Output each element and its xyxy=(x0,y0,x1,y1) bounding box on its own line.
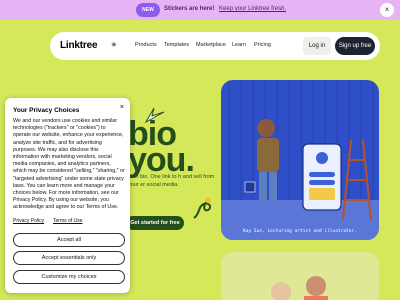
asterisk-logo-icon: ✳ xyxy=(111,42,117,49)
privacy-dialog: Your Privacy Choices × We and our vendor… xyxy=(5,98,130,293)
accept-essentials-button[interactable]: Accept essentials only xyxy=(13,251,125,265)
photo-background xyxy=(221,80,379,240)
hero-body: rs in bio. One link to h and sell from y… xyxy=(128,174,215,188)
nav-marketplace[interactable]: Marketplace xyxy=(196,42,226,48)
login-button[interactable]: Log in xyxy=(303,37,331,55)
nav-pricing[interactable]: Pricing xyxy=(254,42,271,48)
logo[interactable]: Linktree xyxy=(60,40,98,51)
dialog-title: Your Privacy Choices xyxy=(13,107,80,114)
photo2-content xyxy=(271,276,328,300)
privacy-policy-link[interactable]: Privacy Policy xyxy=(13,218,44,224)
nav-learn[interactable]: Learn xyxy=(232,42,246,48)
signup-button[interactable]: Sign up free xyxy=(335,37,375,55)
banner-link[interactable]: Keep your Linktree fresh. xyxy=(219,6,286,12)
swirl-doodle-icon xyxy=(193,197,212,219)
accept-all-button[interactable]: Accept all xyxy=(13,233,125,247)
hero-photo: Kay Sun, Lecturing artist and illustrato… xyxy=(221,80,379,240)
banner-lead: Stickers are here! xyxy=(164,6,215,12)
secondary-photo xyxy=(221,252,379,300)
photo-caption: Kay Sun, Lecturing artist and illustrato… xyxy=(243,229,357,234)
main-nav: Linktree ✳ Products Templates Marketplac… xyxy=(50,32,380,60)
dialog-text: We and our vendors use cookies and simil… xyxy=(13,118,125,211)
get-started-button[interactable]: Get started for free xyxy=(126,216,184,230)
close-icon[interactable]: × xyxy=(120,104,124,111)
announcement-banner: NEW Stickers are here! Keep your Linktre… xyxy=(0,0,400,20)
customize-choices-button[interactable]: Customize my choices xyxy=(13,270,125,284)
close-icon[interactable]: × xyxy=(380,3,394,17)
banner-text: Stickers are here! Keep your Linktree fr… xyxy=(164,6,286,12)
terms-of-use-link[interactable]: Terms of Use xyxy=(53,218,82,224)
nav-products[interactable]: Products xyxy=(135,42,157,48)
nav-templates[interactable]: Templates xyxy=(164,42,189,48)
new-badge: NEW xyxy=(136,3,160,17)
